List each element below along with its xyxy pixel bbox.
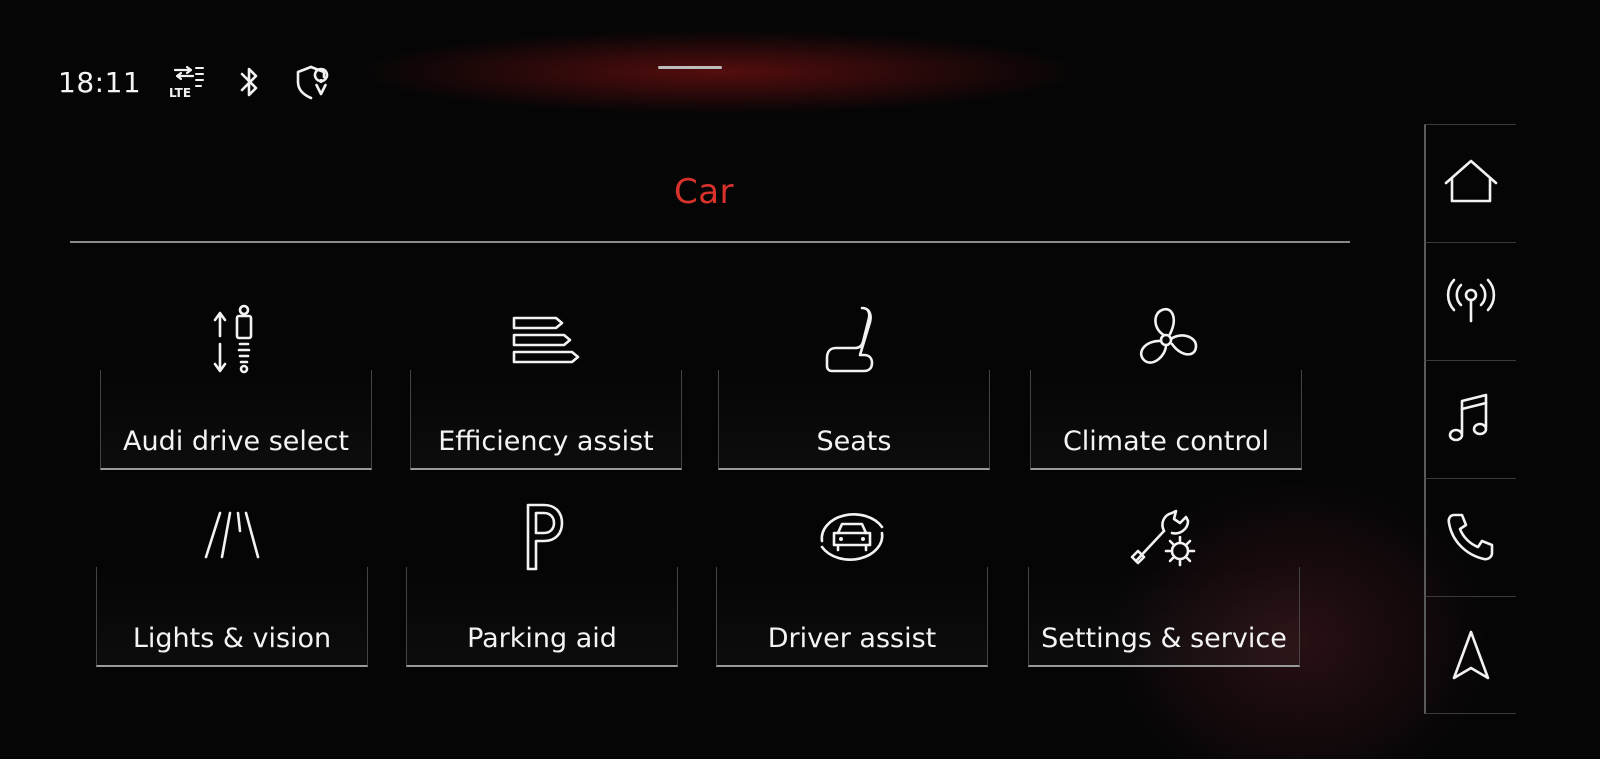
tile-label: Efficiency assist	[438, 426, 654, 457]
network-label: LTE	[169, 86, 191, 100]
tile-label: Parking aid	[467, 623, 617, 654]
car-sensor-icon	[820, 513, 884, 561]
parking-p-icon	[526, 503, 564, 571]
title-divider	[70, 241, 1350, 243]
home-icon	[1444, 159, 1498, 202]
nav-radio-button[interactable]	[1424, 242, 1516, 360]
tile-label: Climate control	[1062, 426, 1270, 457]
radio-antenna-icon	[1446, 278, 1496, 322]
efficiency-bars-icon	[512, 316, 580, 364]
nav-navigation-button[interactable]	[1424, 596, 1516, 714]
clock: 18:11	[58, 65, 142, 99]
status-bar: 18:11 LTE	[58, 62, 333, 102]
mmi-car-menu-screen: 18:11 LTE Car Audi drive select Efficien…	[0, 0, 1600, 759]
nav-phone-button[interactable]	[1424, 478, 1516, 596]
tile-settings-service[interactable]: Settings & service	[1028, 497, 1300, 667]
tile-label: Seats	[816, 426, 892, 457]
navigation-arrow-icon	[1452, 630, 1490, 680]
tile-climate-control[interactable]: Climate control	[1030, 300, 1302, 470]
tile-audi-drive-select[interactable]: Audi drive select	[100, 300, 372, 470]
drag-handle[interactable]	[658, 66, 722, 69]
side-nav	[1424, 124, 1516, 714]
bluetooth-icon	[240, 67, 258, 97]
tile-label: Settings & service	[1041, 623, 1287, 654]
tile-seats[interactable]: Seats	[718, 300, 990, 470]
fan-icon	[1139, 307, 1198, 364]
phone-icon	[1447, 513, 1494, 560]
wrench-gear-icon	[1130, 509, 1196, 567]
tile-parking-aid[interactable]: Parking aid	[406, 497, 678, 667]
seat-icon	[825, 306, 874, 373]
suspension-icon	[213, 304, 253, 374]
tile-lights-vision[interactable]: Lights & vision	[96, 497, 368, 667]
tile-driver-assist[interactable]: Driver assist	[716, 497, 988, 667]
tile-label: Driver assist	[767, 623, 937, 654]
nav-media-button[interactable]	[1424, 360, 1516, 478]
tile-efficiency-assist[interactable]: Efficiency assist	[410, 300, 682, 470]
tile-label: Lights & vision	[132, 623, 332, 654]
lane-lights-icon	[204, 511, 260, 559]
tile-label: Audi drive select	[123, 426, 349, 457]
nav-home-button[interactable]	[1424, 124, 1516, 242]
music-note-icon	[1448, 393, 1488, 441]
page-title: Car	[673, 172, 735, 212]
lte-data-icon: LTE	[169, 65, 205, 100]
location-shield-icon	[296, 65, 329, 100]
